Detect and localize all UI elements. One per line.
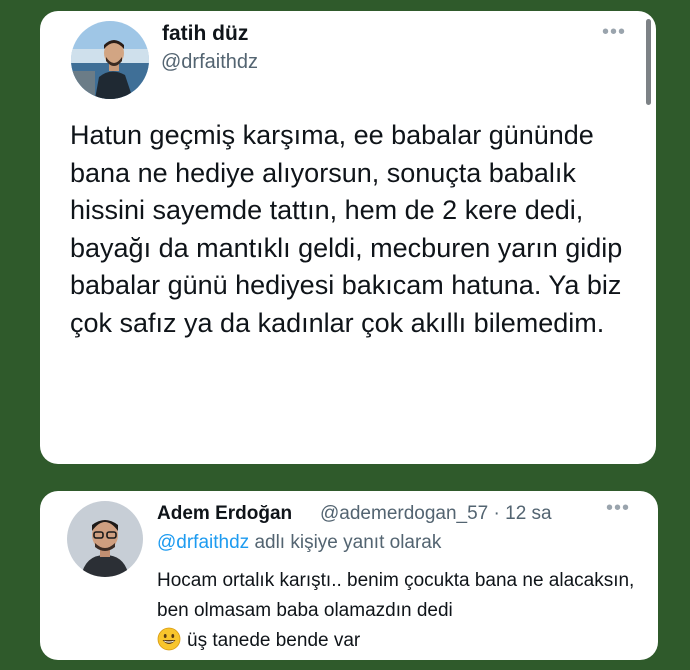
avatar[interactable] (71, 21, 149, 99)
avatar[interactable] (67, 501, 143, 577)
more-options-icon[interactable]: ••• (606, 497, 630, 520)
mention-link[interactable]: @drfaithdz (157, 532, 249, 553)
more-options-icon[interactable]: ••• (602, 21, 626, 44)
replying-to-label: adlı kişiye yanıt olarak (254, 532, 442, 553)
reply-text-tail: üş tanede bende var (187, 630, 361, 651)
tweet-card[interactable]: fatih düz @drfaithdz ••• Hatun geçmiş ka… (40, 11, 656, 464)
grinning-face-emoji-icon (157, 627, 181, 651)
reply-text: Hocam ortalık karıştı.. benim çocukta ba… (157, 566, 647, 656)
reply-text-main: Hocam ortalık karıştı.. benim çocukta ba… (157, 570, 635, 621)
reply-card[interactable]: Adem Erdoğan @ademerdogan_57 · 12 sa •••… (40, 491, 658, 660)
tweet-text: Hatun geçmiş karşıma, ee babalar gününde… (70, 120, 623, 338)
author-name[interactable]: Adem Erdoğan (157, 503, 292, 525)
profile-photo (67, 501, 143, 577)
profile-photo (71, 21, 149, 99)
replying-to: @drfaithdz adlı kişiye yanıt olarak (157, 532, 441, 554)
author-name[interactable]: fatih düz (162, 22, 248, 46)
author-handle-and-time[interactable]: @ademerdogan_57 · 12 sa (320, 503, 552, 525)
author-handle[interactable]: @drfaithdz (161, 51, 258, 74)
scrollbar[interactable] (646, 19, 651, 105)
